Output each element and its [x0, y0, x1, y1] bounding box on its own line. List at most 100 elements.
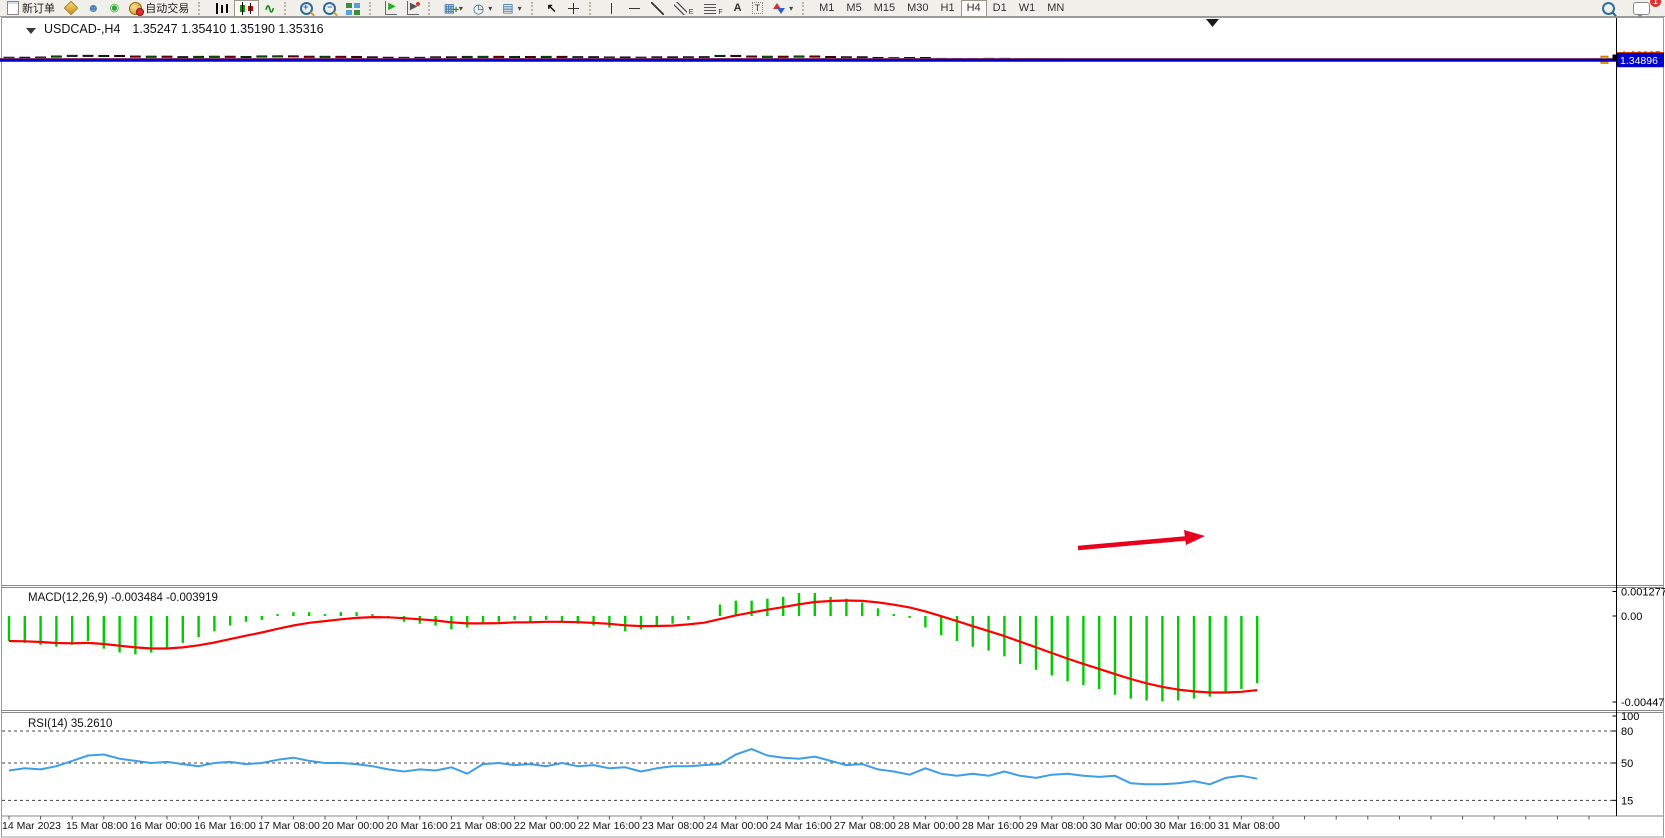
chat-badge: 1: [1650, 0, 1661, 7]
fibonacci-tool-button[interactable]: F: [699, 0, 728, 17]
auto-trading-icon: [129, 2, 142, 15]
community-button[interactable]: ☻: [82, 0, 105, 17]
chevron-down-icon: ▾: [459, 4, 463, 13]
new-chart-button[interactable]: ▦▾: [439, 0, 468, 17]
zoom-in-icon: [300, 2, 313, 15]
bar-chart-button[interactable]: [209, 0, 234, 17]
text-tool-button[interactable]: A: [729, 0, 747, 17]
rsi-tick-label: 15: [1621, 795, 1633, 807]
time-axis-label: 20 Mar 00:00: [322, 820, 384, 832]
time-axis-label: 28 Mar 00:00: [898, 820, 960, 832]
bar-chart-icon: [214, 2, 229, 15]
time-axis-label: 17 Mar 08:00: [258, 820, 320, 832]
vertical-line-tool-button[interactable]: [600, 0, 623, 17]
zoom-in-button[interactable]: [295, 0, 318, 17]
macd-tick-label: 0.00: [1621, 611, 1642, 623]
timeframe-m1[interactable]: M1: [813, 0, 840, 17]
time-axis-label: 16 Mar 16:00: [194, 820, 256, 832]
macd-tick-label: 0.001277: [1621, 586, 1665, 598]
channel-tool-button[interactable]: E: [669, 0, 700, 17]
timeframe-w1[interactable]: W1: [1013, 0, 1042, 17]
rsi-label: RSI(14) 35.2610: [28, 718, 112, 730]
time-axis-label: 24 Mar 16:00: [770, 820, 832, 832]
auto-trading-button[interactable]: 自动交易: [124, 0, 194, 17]
trendline-tool-button[interactable]: [646, 0, 669, 17]
timeframe-m15[interactable]: M15: [868, 0, 901, 17]
time-axis-label: 22 Mar 00:00: [514, 820, 576, 832]
vertical-line-icon: [605, 2, 618, 15]
channel-icon: [674, 2, 687, 15]
chart-shift-button[interactable]: ▶: [402, 0, 424, 17]
arrows-tool-button[interactable]: ▾: [768, 0, 798, 17]
market-watch-button[interactable]: [60, 0, 82, 17]
timeframe-h1[interactable]: H1: [935, 0, 961, 17]
timeframe-mn[interactable]: MN: [1041, 0, 1070, 17]
chart-frame: [2, 18, 1664, 838]
toolbar-right: 1: [1597, 0, 1663, 17]
new-order-button[interactable]: 新订单: [2, 0, 60, 17]
time-axis-label: 21 Mar 08:00: [450, 820, 512, 832]
new-chart-icon: ▦: [444, 2, 455, 15]
text-tool-icon: A: [734, 2, 742, 14]
horizontal-line-tool-button[interactable]: [623, 0, 646, 17]
channel-sub-label: E: [689, 9, 694, 16]
timeframe-m5[interactable]: M5: [840, 0, 867, 17]
toolbar-grip: [369, 2, 376, 15]
tile-windows-icon: [346, 2, 360, 15]
person-icon: ☻: [87, 2, 100, 14]
arrows-icon: [773, 2, 785, 15]
clock-icon: ◷: [473, 2, 484, 15]
candlestick-chart-button[interactable]: [234, 0, 259, 17]
new-order-label: 新订单: [22, 0, 55, 16]
search-button[interactable]: [1597, 0, 1620, 17]
cursor-tool-button[interactable]: ↖: [542, 0, 562, 17]
toolbar-grip: [589, 2, 596, 15]
timeframe-h4[interactable]: H4: [961, 0, 987, 17]
time-axis-label: 27 Mar 08:00: [834, 820, 896, 832]
zoom-out-button[interactable]: [318, 0, 341, 17]
macd-label: MACD(12,26,9) -0.003484 -0.003919: [28, 592, 218, 604]
chat-icon: [1633, 2, 1650, 15]
time-axis-label: 15 Mar 08:00: [66, 820, 128, 832]
toolbar-grip: [802, 2, 809, 15]
fibonacci-icon: [704, 3, 716, 14]
templates-button[interactable]: ▤▾: [497, 0, 526, 17]
line-chart-button[interactable]: ∿: [259, 0, 280, 17]
time-axis-label: 28 Mar 16:00: [962, 820, 1024, 832]
time-axis-label: 31 Mar 08:00: [1218, 820, 1280, 832]
time-axis-label: 30 Mar 00:00: [1090, 820, 1152, 832]
cursor-icon: ↖: [547, 2, 557, 15]
chevron-down-icon: ▾: [488, 4, 492, 13]
time-axis-label: 14 Mar 2023: [2, 820, 61, 832]
timeframe-m30[interactable]: M30: [901, 0, 934, 17]
chat-button[interactable]: 1: [1628, 0, 1655, 17]
new-order-icon: [7, 1, 19, 15]
crosshair-tool-button[interactable]: [562, 0, 585, 17]
auto-scroll-button[interactable]: ▶: [380, 0, 402, 17]
periods-button[interactable]: ◷▾: [468, 0, 497, 17]
fibonacci-sub-label: F: [718, 9, 722, 16]
time-axis-label: 20 Mar 16:00: [386, 820, 448, 832]
chart-title: USDCAD-,H41.35247 1.35410 1.35190 1.3531…: [44, 22, 324, 36]
toolbar-grip: [531, 2, 538, 15]
time-axis-label: 30 Mar 16:00: [1154, 820, 1216, 832]
toolbar-grip: [198, 2, 205, 15]
rsi-tick-label: 100: [1621, 711, 1639, 723]
label-tool-button[interactable]: T: [747, 0, 769, 17]
chart-canvas[interactable]: 1.382251.380201.378101.376001.373901.371…: [0, 0, 1665, 838]
timeframe-d1[interactable]: D1: [987, 0, 1013, 17]
trendline-icon: [651, 2, 664, 15]
rsi-tick-label: 50: [1621, 758, 1633, 770]
signals-button[interactable]: ◉: [105, 0, 125, 17]
macd-tick-label: -0.004479: [1621, 697, 1665, 709]
zoom-out-icon: [323, 2, 336, 15]
time-axis-label: 22 Mar 16:00: [578, 820, 640, 832]
chevron-down-icon: ▾: [789, 4, 793, 13]
time-axis-label: 29 Mar 08:00: [1026, 820, 1088, 832]
tile-windows-button[interactable]: [341, 0, 365, 17]
search-icon: [1602, 2, 1615, 15]
chart-shift-icon: ▶: [407, 1, 419, 15]
time-axis-label: 16 Mar 00:00: [130, 820, 192, 832]
main-toolbar: 新订单 ☻ ◉ 自动交易 ∿ ▶ ▶ ▦▾ ◷▾ ▤▾ ↖ E F A T ▾ …: [0, 0, 1665, 17]
auto-trading-label: 自动交易: [145, 0, 189, 16]
